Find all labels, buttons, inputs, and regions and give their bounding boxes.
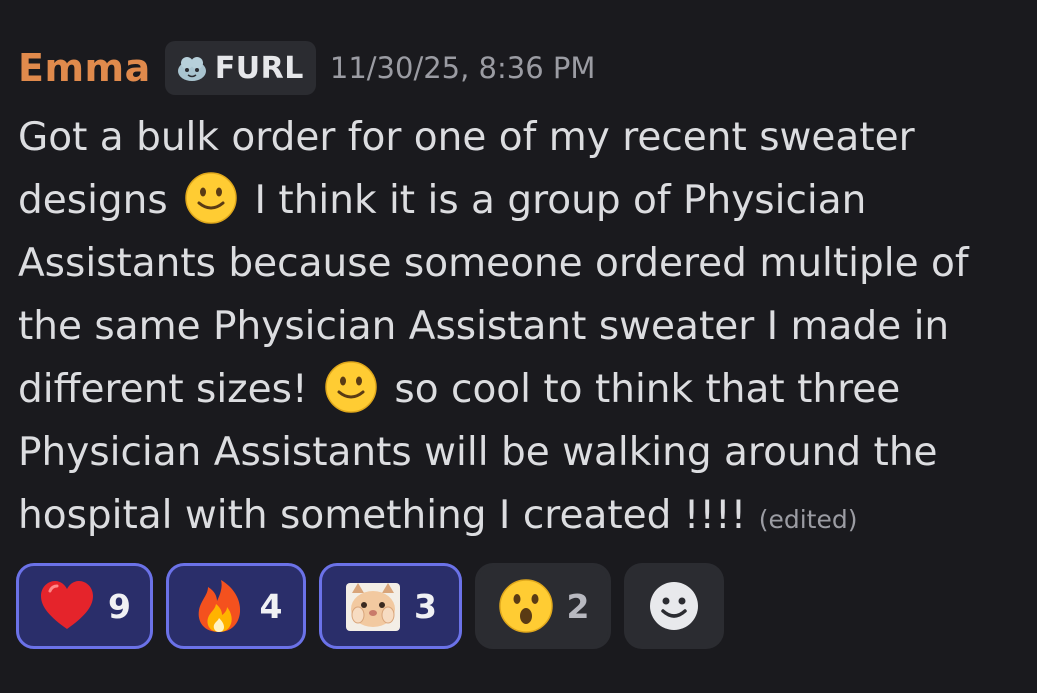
red-heart-icon (41, 581, 94, 629)
fire-icon (198, 580, 240, 632)
reaction-count: 4 (259, 586, 283, 626)
reaction-count: 9 (108, 586, 131, 626)
timestamp: 11/30/25, 8:36 PM (329, 51, 596, 85)
reaction-bar: 9 4 3 2 (16, 563, 724, 649)
chat-message: Emma FURL 11/30/25, 8:36 PM Got a bulk o… (18, 38, 1028, 551)
server-tag[interactable]: FURL (164, 41, 316, 95)
reaction-count: 2 (566, 586, 590, 626)
slightly-smiling-face-icon (185, 172, 237, 224)
reaction-fire[interactable]: 4 (166, 563, 306, 649)
edited-label: (edited) (758, 505, 858, 534)
message-header: Emma FURL 11/30/25, 8:36 PM (18, 38, 1028, 98)
username[interactable]: Emma (18, 38, 151, 98)
reaction-open-mouth[interactable]: 2 (475, 563, 611, 649)
reaction-hamster-cat[interactable]: 3 (319, 563, 462, 649)
smiley-add-reaction-icon (650, 582, 698, 630)
reaction-heart[interactable]: 9 (16, 563, 153, 649)
slightly-smiling-face-icon (325, 361, 377, 413)
message-content: Got a bulk order for one of my recent sw… (18, 106, 1023, 551)
face-with-open-mouth-icon (498, 579, 553, 633)
furl-badge-icon (177, 57, 206, 81)
server-tag-label: FURL (214, 50, 304, 86)
add-reaction-button[interactable] (624, 563, 724, 649)
reaction-count: 3 (414, 586, 437, 626)
hamster-cat-icon (346, 583, 401, 631)
